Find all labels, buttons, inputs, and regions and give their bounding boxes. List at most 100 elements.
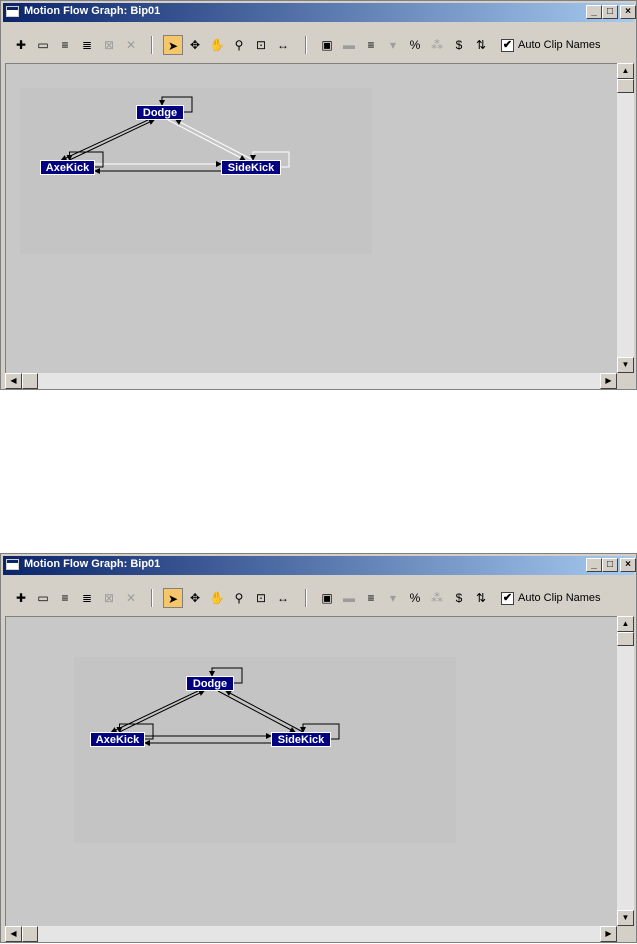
zoom-region-button[interactable]: ⊡ — [251, 588, 271, 608]
vertical-scroll-thumb[interactable] — [617, 79, 634, 93]
horizontal-scroll-thumb[interactable] — [22, 926, 38, 942]
delete-script-button[interactable]: ⊠ — [99, 35, 119, 55]
random-transition-button[interactable]: ▾ — [383, 35, 403, 55]
percent-button[interactable]: % — [405, 588, 425, 608]
title-bar[interactable]: Motion Flow Graph: Bip01 _ □ × — [3, 556, 636, 575]
select-arrow-button[interactable]: ➤ — [163, 35, 183, 55]
random-transition-button[interactable]: ▾ — [383, 588, 403, 608]
auto-clip-names-label: Auto Clip Names — [518, 39, 601, 51]
transition-edges — [60, 96, 290, 174]
optimize-button[interactable]: ⁂ — [427, 35, 447, 55]
resize-grip-icon[interactable] — [618, 374, 634, 389]
create-clip-button[interactable]: ✚ — [11, 35, 31, 55]
resize-grip-icon[interactable] — [618, 927, 634, 942]
open-folder-icon: ▭ — [37, 38, 49, 52]
arrow-down-icon: ▼ — [621, 360, 630, 369]
graph-canvas[interactable]: Dodge AxeKick SideKick — [5, 63, 617, 373]
zoom-button[interactable]: ⚲ — [229, 35, 249, 55]
script-button[interactable]: ≡ — [55, 588, 75, 608]
horizontal-scroll-thumb[interactable] — [22, 373, 38, 389]
edge-dodge-sidekick[interactable] — [217, 690, 296, 733]
edge-dodge-axekick[interactable] — [110, 690, 199, 733]
delete-icon: ✕ — [125, 38, 137, 52]
delete-script-button[interactable]: ⊠ — [99, 588, 119, 608]
motion-flow-window: Motion Flow Graph: Bip01 _ □ × ✚ ▭ ≡ ≣ ⊠… — [0, 0, 637, 390]
transition-button[interactable]: ▬ — [339, 35, 359, 55]
scroll-left-button[interactable]: ◀ — [5, 926, 22, 942]
scroll-left-button[interactable]: ◀ — [5, 373, 22, 389]
clip-node-dodge[interactable]: Dodge — [186, 676, 234, 691]
random-start-button[interactable]: ⇅ — [471, 35, 491, 55]
percent-button[interactable]: % — [405, 35, 425, 55]
auto-clip-names-checkbox[interactable]: ✔ — [501, 592, 514, 605]
pan-hand-button[interactable]: ✋ — [207, 588, 227, 608]
title-bar[interactable]: Motion Flow Graph: Bip01 _ □ × — [3, 3, 636, 22]
create-clip-button[interactable]: ✚ — [11, 588, 31, 608]
horizontal-scrollbar[interactable]: ◀ ▶ — [5, 926, 617, 942]
vertical-scrollbar[interactable]: ▲ ▼ — [617, 616, 634, 926]
pan-hand-button[interactable]: ✋ — [207, 35, 227, 55]
edge-dodge-axekick[interactable] — [60, 119, 149, 161]
random-start-button[interactable]: ⇅ — [471, 588, 491, 608]
open-folder-button[interactable]: ▭ — [33, 35, 53, 55]
edge-axekick-dodge[interactable] — [69, 119, 155, 161]
close-icon: × — [625, 559, 631, 570]
scroll-down-button[interactable]: ▼ — [617, 357, 634, 373]
maximize-button[interactable]: □ — [602, 558, 618, 572]
toolbar-separator — [305, 36, 307, 54]
open-folder-button[interactable]: ▭ — [33, 588, 53, 608]
transition-button[interactable]: ▬ — [339, 588, 359, 608]
clip-node-sidekick[interactable]: SideKick — [221, 160, 281, 175]
zoom-button[interactable]: ⚲ — [229, 588, 249, 608]
clip-node-sidekick[interactable]: SideKick — [271, 732, 331, 747]
clip-properties-button[interactable]: ▣ — [317, 588, 337, 608]
edge-sidekick-dodge[interactable] — [175, 119, 254, 161]
zoom-extents-button[interactable]: ↔ — [273, 588, 293, 608]
move-button[interactable]: ✥ — [185, 588, 205, 608]
horizontal-scrollbar[interactable]: ◀ ▶ — [5, 373, 617, 389]
vertical-scrollbar[interactable]: ▲ ▼ — [617, 63, 634, 373]
close-button[interactable]: × — [620, 5, 636, 19]
zoom-region-button[interactable]: ⊡ — [251, 35, 271, 55]
vertical-scroll-thumb[interactable] — [617, 632, 634, 646]
dollar-button[interactable]: $ — [449, 588, 469, 608]
edge-sidekick-dodge[interactable] — [225, 690, 304, 733]
close-button[interactable]: × — [620, 558, 636, 572]
script-add-button[interactable]: ≣ — [77, 35, 97, 55]
scroll-down-button[interactable]: ▼ — [617, 910, 634, 926]
arrow-up-icon: ▲ — [621, 66, 630, 75]
toolbar-separator — [151, 36, 153, 54]
scroll-right-button[interactable]: ▶ — [600, 926, 617, 942]
dollar-button[interactable]: $ — [449, 35, 469, 55]
delete-button[interactable]: ✕ — [121, 588, 141, 608]
show-script-button[interactable]: ≡ — [361, 588, 381, 608]
show-script-button[interactable]: ≡ — [361, 35, 381, 55]
script-add-button[interactable]: ≣ — [77, 588, 97, 608]
clip-node-dodge[interactable]: Dodge — [136, 105, 184, 120]
zoom-extents-button[interactable]: ↔ — [273, 35, 293, 55]
arrow-right-icon: ▶ — [605, 929, 612, 938]
move-button[interactable]: ✥ — [185, 35, 205, 55]
minimize-icon: _ — [591, 559, 597, 570]
arrow-right-icon: ▶ — [605, 376, 612, 385]
edge-dodge-sidekick[interactable] — [167, 119, 246, 161]
maximize-button[interactable]: □ — [602, 5, 618, 19]
auto-clip-names-checkbox[interactable]: ✔ — [501, 39, 514, 52]
graph-canvas[interactable]: Dodge AxeKick SideKick — [5, 616, 617, 926]
edge-axekick-dodge[interactable] — [119, 690, 205, 733]
scroll-right-button[interactable]: ▶ — [600, 373, 617, 389]
delete-button[interactable]: ✕ — [121, 35, 141, 55]
scroll-up-button[interactable]: ▲ — [617, 63, 634, 79]
optimize-icon: ⁂ — [431, 591, 443, 605]
clip-node-axekick[interactable]: AxeKick — [40, 160, 95, 175]
select-arrow-button[interactable]: ➤ — [163, 588, 183, 608]
window-title: Motion Flow Graph: Bip01 — [24, 5, 161, 17]
window-icon — [6, 6, 19, 17]
minimize-button[interactable]: _ — [586, 5, 602, 19]
script-button[interactable]: ≡ — [55, 35, 75, 55]
clip-properties-button[interactable]: ▣ — [317, 35, 337, 55]
clip-node-axekick[interactable]: AxeKick — [90, 732, 145, 747]
optimize-button[interactable]: ⁂ — [427, 588, 447, 608]
minimize-button[interactable]: _ — [586, 558, 602, 572]
scroll-up-button[interactable]: ▲ — [617, 616, 634, 632]
